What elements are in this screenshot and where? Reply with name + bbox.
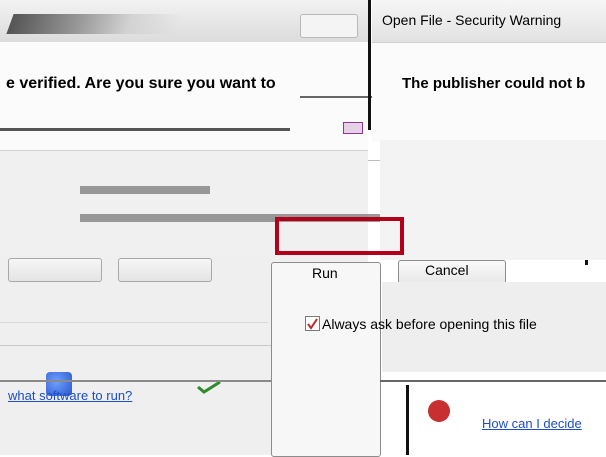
field-type-smear (80, 186, 210, 194)
check-icon (197, 380, 221, 394)
divider (0, 322, 268, 323)
always-ask-label: Always ask before opening this file (322, 316, 537, 332)
rear-question-text: e verified. Are you sure you want to (6, 75, 276, 92)
front-heading: The publisher could not b (402, 75, 586, 92)
glitch-line (0, 128, 290, 131)
rear-left-button[interactable] (8, 258, 102, 282)
run-button[interactable] (271, 262, 381, 457)
front-details-panel (380, 140, 606, 260)
rear-title-glitch (6, 14, 184, 34)
always-ask-checkbox[interactable] (305, 316, 320, 331)
rear-right-button[interactable] (118, 258, 212, 282)
warning-icon (428, 400, 450, 422)
window-edge (368, 0, 371, 130)
cancel-button-label: Cancel (425, 262, 469, 278)
highlight-rectangle (275, 217, 404, 255)
file-icon (343, 122, 363, 134)
run-button-label: Run (312, 265, 338, 281)
rear-close-button[interactable] (300, 14, 358, 38)
front-help-link[interactable]: How can I decide (482, 416, 582, 431)
front-dialog-title: Open File - Security Warning (382, 12, 562, 28)
rear-help-link[interactable]: what software to run? (8, 388, 132, 403)
window-edge (406, 385, 409, 455)
checkmark-icon (307, 318, 318, 330)
front-dialog (372, 42, 606, 142)
glitch-line (380, 380, 606, 382)
